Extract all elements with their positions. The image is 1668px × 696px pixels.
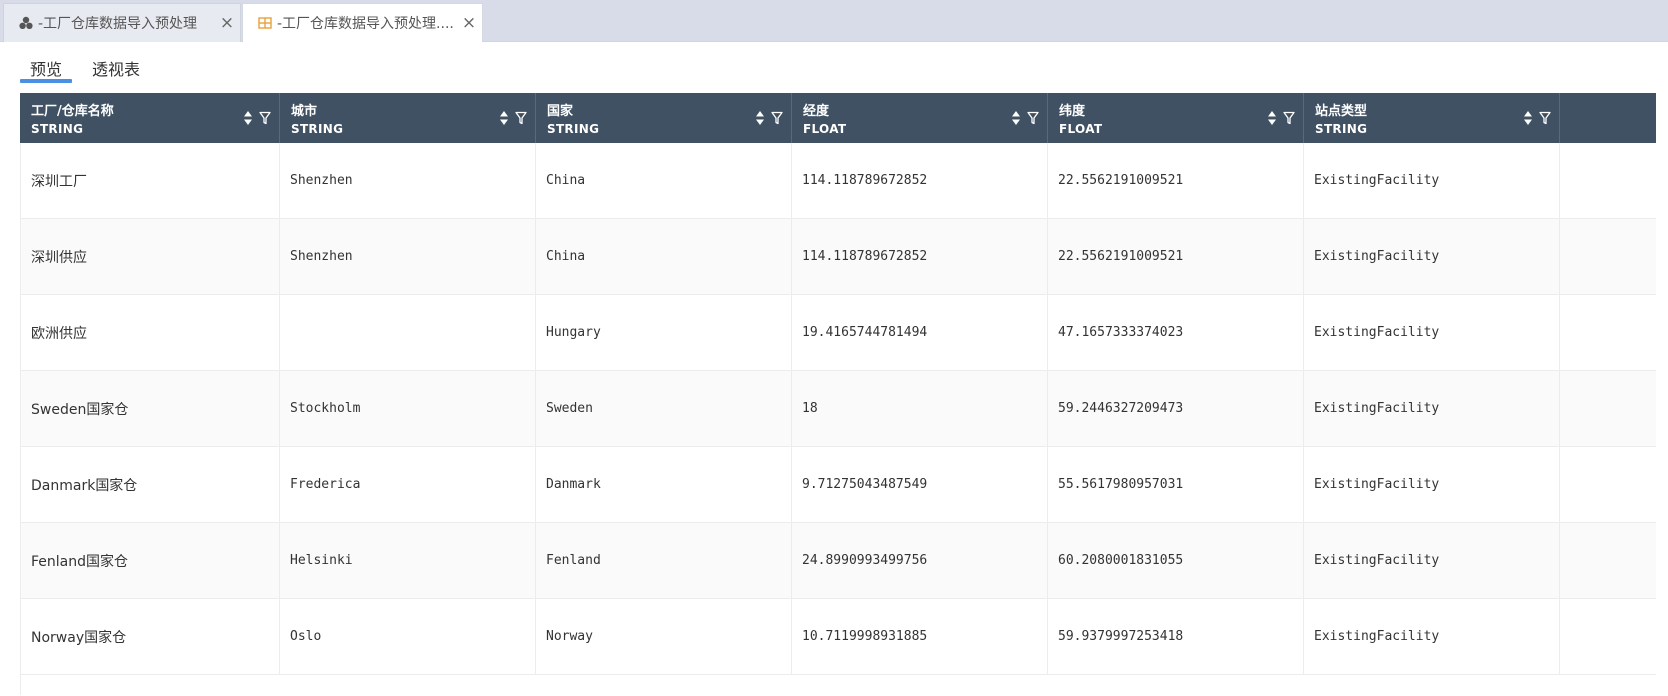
table-cell: Fenland: [536, 523, 792, 598]
column-name: 纬度: [1059, 104, 1086, 119]
table-row[interactable]: Danmark国家仓 Frederica Danmark 9.712750434875…: [20, 447, 1656, 523]
sort-icon[interactable]: [1523, 110, 1533, 126]
table-cell: 欧洲供应: [20, 295, 280, 370]
column-name: 工厂/仓库名称: [31, 104, 114, 119]
sort-icon[interactable]: [755, 110, 765, 126]
table-cell: 18: [792, 371, 1048, 446]
column-type: STRING: [291, 122, 344, 136]
tab-pivot-table[interactable]: 透视表: [92, 56, 140, 80]
table-cell: 114.118789672852: [792, 143, 1048, 218]
table-cell: ExistingFacility: [1304, 143, 1560, 218]
table-cell: 47.1657333374023: [1048, 295, 1304, 370]
data-preview-table: 工厂/仓库名称 STRING 城市 STRING 国家 STRING 经度 FLOAT 纬度 FL…: [20, 93, 1656, 695]
column-name: 国家: [547, 104, 574, 119]
filter-icon[interactable]: [771, 111, 783, 125]
table-cell: 60.2080001831055: [1048, 523, 1304, 598]
table-row[interactable]: Sweden国家仓 Stockholm Sweden 18 59.24463272094…: [20, 371, 1656, 447]
table-cell: ExistingFacility: [1304, 371, 1560, 446]
table-tail: [20, 675, 1656, 695]
table-cell: Fenland国家仓: [20, 523, 280, 598]
column-header[interactable]: 城市 STRING: [280, 93, 536, 143]
column-header[interactable]: 经度 FLOAT: [792, 93, 1048, 143]
table-cell: Oslo: [280, 599, 536, 674]
table-cell: ExistingFacility: [1304, 447, 1560, 522]
table-cell: Shenzhen: [280, 219, 536, 294]
tab-label: -工厂仓库数据导入预处理....: [277, 16, 454, 32]
column-type: FLOAT: [803, 122, 847, 136]
filter-icon[interactable]: [259, 111, 271, 125]
table-icon: [257, 15, 273, 31]
table-cell: 22.5562191009521: [1048, 143, 1304, 218]
close-icon[interactable]: ×: [456, 13, 482, 33]
sort-icon[interactable]: [1011, 110, 1021, 126]
filter-icon[interactable]: [1027, 111, 1039, 125]
table-row[interactable]: Fenland国家仓 Helsinki Fenland 24.899099349975…: [20, 523, 1656, 599]
table-cell: Frederica: [280, 447, 536, 522]
table-header: 工厂/仓库名称 STRING 城市 STRING 国家 STRING 经度 FLOAT 纬度 FL…: [20, 93, 1656, 143]
column-type: FLOAT: [1059, 122, 1103, 136]
table-cell: [280, 295, 536, 370]
dataset-icon: [18, 15, 34, 31]
table-cell: ExistingFacility: [1304, 295, 1560, 370]
column-name: 站点类型: [1315, 104, 1368, 119]
table-cell: 深圳工厂: [20, 143, 280, 218]
table-body: 深圳工厂 Shenzhen China 114.118789672852 22.5562…: [20, 143, 1656, 675]
column-type: STRING: [31, 122, 84, 136]
column-header[interactable]: 纬度 FLOAT: [1048, 93, 1304, 143]
table-cell: Danmark国家仓: [20, 447, 280, 522]
table-cell: Norway: [536, 599, 792, 674]
column-name: 经度: [803, 104, 830, 119]
table-cell: Danmark: [536, 447, 792, 522]
table-cell: Helsinki: [280, 523, 536, 598]
column-header[interactable]: 工厂/仓库名称 STRING: [20, 93, 280, 143]
table-cell: Hungary: [536, 295, 792, 370]
table-cell: 59.9379997253418: [1048, 599, 1304, 674]
tab-dataset[interactable]: -工厂仓库数据导入预处理 ×: [3, 3, 241, 42]
active-tab-indicator: [20, 79, 72, 83]
table-cell: Sweden: [536, 371, 792, 446]
table-cell: Sweden国家仓: [20, 371, 280, 446]
filter-icon[interactable]: [515, 111, 527, 125]
close-icon[interactable]: ×: [214, 13, 240, 33]
sort-icon[interactable]: [243, 110, 253, 126]
table-cell: 114.118789672852: [792, 219, 1048, 294]
table-cell: 22.5562191009521: [1048, 219, 1304, 294]
table-cell: 59.2446327209473: [1048, 371, 1304, 446]
sort-icon[interactable]: [499, 110, 509, 126]
table-cell: Norway国家仓: [20, 599, 280, 674]
table-cell: ExistingFacility: [1304, 219, 1560, 294]
table-row[interactable]: Norway国家仓 Oslo Norway 10.7119998931885 59.93…: [20, 599, 1656, 675]
table-row[interactable]: 深圳供应 Shenzhen China 114.118789672852 22.5562…: [20, 219, 1656, 295]
table-cell: ExistingFacility: [1304, 599, 1560, 674]
column-type: STRING: [547, 122, 600, 136]
table-cell: 55.5617980957031: [1048, 447, 1304, 522]
table-cell: Shenzhen: [280, 143, 536, 218]
table-row[interactable]: 深圳工厂 Shenzhen China 114.118789672852 22.5562…: [20, 143, 1656, 219]
table-cell: 24.8990993499756: [792, 523, 1048, 598]
column-type: STRING: [1315, 122, 1368, 136]
column-header[interactable]: 国家 STRING: [536, 93, 792, 143]
table-cell: 9.71275043487549: [792, 447, 1048, 522]
tab-table-preview[interactable]: -工厂仓库数据导入预处理.... ×: [242, 3, 483, 42]
sort-icon[interactable]: [1267, 110, 1277, 126]
table-cell: China: [536, 143, 792, 218]
table-cell: Stockholm: [280, 371, 536, 446]
tab-label: -工厂仓库数据导入预处理: [38, 16, 198, 32]
filter-icon[interactable]: [1539, 111, 1551, 125]
tab-preview[interactable]: 预览: [30, 56, 62, 80]
table-cell: 19.4165744781494: [792, 295, 1048, 370]
table-cell: China: [536, 219, 792, 294]
column-name: 城市: [291, 104, 318, 119]
table-cell: ExistingFacility: [1304, 523, 1560, 598]
filter-icon[interactable]: [1283, 111, 1295, 125]
table-cell: 10.7119998931885: [792, 599, 1048, 674]
editor-tab-strip: -工厂仓库数据导入预处理 × -工厂仓库数据导入预处理.... ×: [0, 0, 1668, 42]
table-row[interactable]: 欧洲供应 Hungary 19.4165744781494 47.1657333374…: [20, 295, 1656, 371]
column-header[interactable]: 站点类型 STRING: [1304, 93, 1560, 143]
table-cell: 深圳供应: [20, 219, 280, 294]
